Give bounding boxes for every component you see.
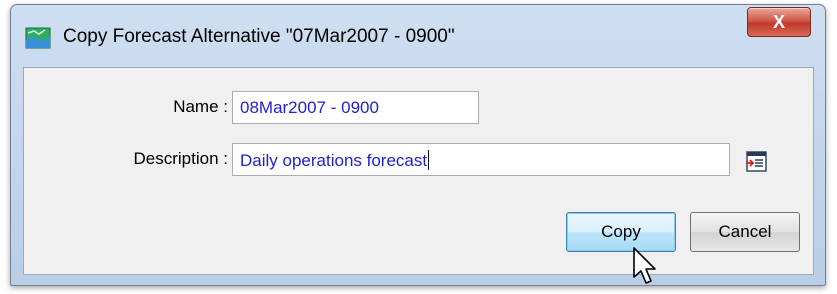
cancel-button[interactable]: Cancel (690, 212, 800, 252)
dialog-content: Name : 08Mar2007 - 0900 Description : Da… (23, 67, 814, 275)
close-button[interactable]: X (747, 7, 811, 37)
name-label: Name : (173, 97, 228, 116)
description-field[interactable]: Daily operations forecast (232, 143, 730, 176)
description-value: Daily operations forecast (240, 151, 428, 170)
name-value: 08Mar2007 - 0900 (240, 98, 379, 117)
description-editor-icon[interactable] (744, 149, 768, 173)
mouse-pointer-icon (633, 247, 656, 284)
copy-button[interactable]: Copy (566, 212, 676, 252)
description-label: Description : (133, 149, 228, 168)
window-title: Copy Forecast Alternative "07Mar2007 - 0… (63, 26, 455, 47)
forecast-map-icon (25, 27, 51, 49)
title-bar[interactable]: Copy Forecast Alternative "07Mar2007 - 0… (11, 5, 825, 67)
text-caret (428, 150, 430, 170)
copy-forecast-dialog: Copy Forecast Alternative "07Mar2007 - 0… (10, 4, 826, 286)
name-field[interactable]: 08Mar2007 - 0900 (232, 91, 479, 124)
